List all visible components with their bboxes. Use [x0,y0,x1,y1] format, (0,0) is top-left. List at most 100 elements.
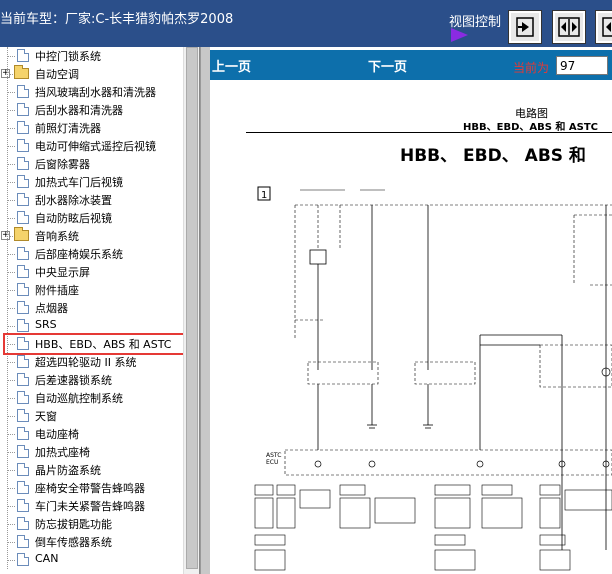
tree-item-label: 自动防眩后视镜 [35,212,112,225]
tree-doc-item[interactable]: 后部座椅娱乐系统 [0,245,182,263]
tree-doc-item[interactable]: 加热式车门后视镜 [0,173,182,191]
splitter[interactable] [200,47,210,574]
document-icon [17,265,29,278]
tree-connector [7,560,15,561]
tree-item-label: 防忘拔钥匙功能 [35,518,112,531]
tree-doc-item[interactable]: CAN [0,551,182,569]
tree-item-label: 后部座椅娱乐系统 [35,248,123,261]
tree-doc-item[interactable]: 自动巡航控制系统 [0,389,182,407]
tree-doc-item[interactable]: 前照灯清洗器 [0,119,182,137]
document-icon [17,157,29,170]
tree-doc-item[interactable]: 后窗除雾器 [0,155,182,173]
tree-doc-item[interactable]: 超选四轮驱动 II 系统 [0,353,182,371]
sidebar-scrollbar[interactable] [183,47,199,574]
tree-doc-item[interactable]: 挡风玻璃刮水器和清洗器 [0,83,182,101]
tree-connector [7,416,15,417]
tree-doc-item[interactable]: 自动防眩后视镜 [0,209,182,227]
tree-item-label: 挡风玻璃刮水器和清洗器 [35,86,156,99]
document-icon [17,301,29,314]
tree-connector [7,254,15,255]
tree-connector [7,272,15,273]
tree-connector [7,434,15,435]
document-icon [17,517,29,530]
tree-doc-item[interactable]: 座椅安全带警告蜂鸣器 [0,479,182,497]
fit-page-icon [602,17,612,37]
tree-folder-item[interactable]: + 自动空调 [0,65,182,83]
tree-item-label: 晶片防盗系统 [35,464,101,477]
tree-connector [7,128,15,129]
tree-item-label: 加热式车门后视镜 [35,176,123,189]
tree-item-label: 加热式座椅 [35,446,90,459]
tree-connector [7,56,15,57]
fit-page-button[interactable] [595,10,612,44]
tree-doc-item[interactable]: 中央显示屏 [0,263,182,281]
document-icon [17,139,29,152]
document-icon [17,373,29,386]
document-icon [17,283,29,296]
tree-folder-item[interactable]: + 音响系统 [0,227,182,245]
document-icon [17,391,29,404]
tree-connector [7,542,15,543]
tree-doc-item[interactable]: 点烟器 [0,299,182,317]
tree-item-label: 点烟器 [35,302,68,315]
tree-doc-item[interactable]: 倒车传感器系统 [0,533,182,551]
tree-item-label: 座椅安全带警告蜂鸣器 [35,482,145,495]
tree-connector [7,218,15,219]
next-page-button[interactable] [508,10,542,44]
tree-item-label: SRS [35,318,57,331]
tree-doc-item[interactable]: 天窗 [0,407,182,425]
tree-item-label: 中央显示屏 [35,266,90,279]
wiring-diagram: 1 ASTC ECU [254,186,612,571]
selected-item-highlight [3,333,199,355]
tree-item-label: 电动可伸缩式遥控后视镜 [35,140,156,153]
tree-item-label: 天窗 [35,410,57,423]
tree-connector [7,164,15,165]
tree-item-label: 附件插座 [35,284,79,297]
folder-icon [14,227,29,241]
expand-icon[interactable]: + [1,231,10,240]
current-page-label: 当前为 [513,61,550,75]
document-icon [17,49,29,62]
document-icon [17,481,29,494]
document-icon [17,463,29,476]
tree-doc-item[interactable]: 附件插座 [0,281,182,299]
next-page-link[interactable]: 下一页 [368,56,407,75]
document-icon [17,103,29,116]
tree-doc-item[interactable]: 中控门锁系统 [0,47,182,65]
tree-doc-item[interactable]: 电动座椅 [0,425,182,443]
tree-connector [7,92,15,93]
tree-doc-item[interactable]: 加热式座椅 [0,443,182,461]
tree-doc-item[interactable]: 晶片防盗系统 [0,461,182,479]
document-icon [17,193,29,206]
document-icon [17,535,29,548]
tree-item-label: 电动座椅 [35,428,79,441]
fit-width-button[interactable] [552,10,586,44]
tree-connector [7,146,15,147]
header-bar: 当前车型：厂家:C-长丰猎豹帕杰罗2008 视图控制 [0,0,612,47]
tree-connector [7,380,15,381]
document-icon [17,211,29,224]
document-icon [17,355,29,368]
tree-item-label: 后刮水器和清洗器 [35,104,123,117]
tree-doc-item[interactable]: 刮水器除冰装置 [0,191,182,209]
tree-connector [7,110,15,111]
tree-item-label: 音响系统 [35,230,79,243]
tree-doc-item[interactable]: 车门未关紧警告蜂鸣器 [0,497,182,515]
tree-doc-item[interactable]: 后差速器锁系统 [0,371,182,389]
tree-item-label: 刮水器除冰装置 [35,194,112,207]
tree-item-label: 超选四轮驱动 II 系统 [35,356,137,369]
tree-doc-item[interactable]: 电动可伸缩式遥控后视镜 [0,137,182,155]
expand-icon[interactable]: + [1,69,10,78]
page-number-input[interactable] [556,56,608,75]
folder-icon [14,65,29,79]
prev-page-link[interactable]: 上一页 [212,56,251,75]
document-icon [17,427,29,440]
tree-guide-line [7,47,8,569]
tree-connector [7,326,15,327]
tree-doc-item[interactable]: 防忘拔钥匙功能 [0,515,182,533]
document-icon [17,85,29,98]
app-window: 当前车型：厂家:C-长丰猎豹帕杰罗2008 视图控制 中控门锁系统 + 自动空调… [0,0,612,574]
scrollbar-thumb[interactable] [186,47,198,569]
tree-doc-item[interactable]: 后刮水器和清洗器 [0,101,182,119]
view-control-arrow-icon [451,28,468,42]
